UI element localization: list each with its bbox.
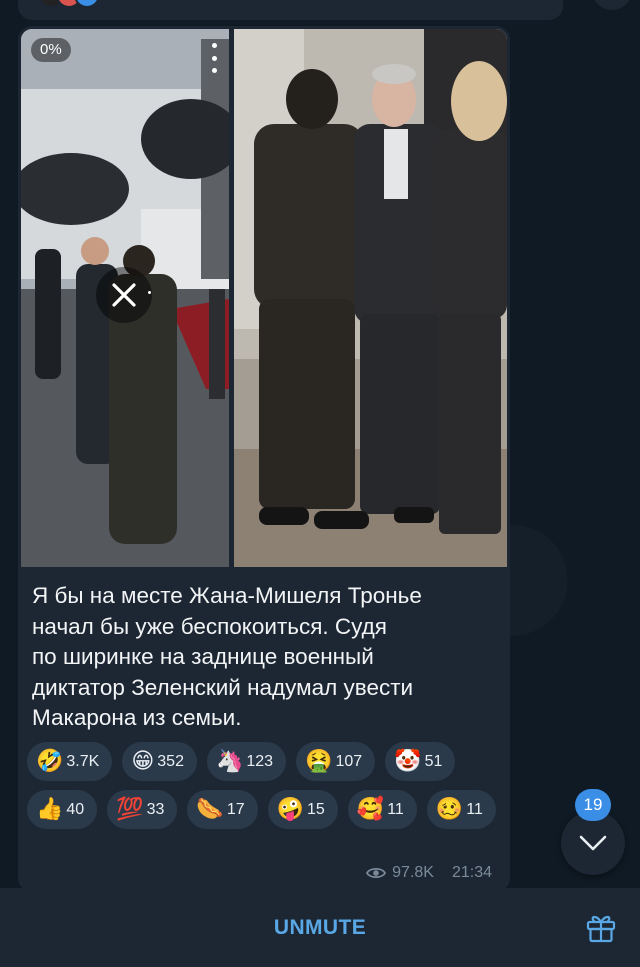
photo-thumbnail[interactable] <box>234 29 507 567</box>
post-text-line: по ширинке на заднице военный <box>32 644 374 669</box>
cancel-download-button[interactable] <box>96 267 152 323</box>
photo-scene-illustration <box>234 29 507 567</box>
reaction-count: 107 <box>335 752 363 770</box>
reaction-unicorn[interactable]: 🦄 123 <box>206 742 287 781</box>
rofl-emoji-icon: 🤣 <box>36 748 64 774</box>
reaction-woozy[interactable]: 🥴 11 <box>426 790 496 829</box>
reaction-count: 11 <box>387 800 404 818</box>
close-icon <box>112 283 136 307</box>
reaction-hearts-face[interactable]: 🥰 11 <box>347 790 417 829</box>
unicorn-emoji-icon: 🦄 <box>215 748 244 774</box>
views-count: 97.8K <box>392 864 434 881</box>
media-album: 0% <box>21 29 507 569</box>
hearts-face-emoji-icon: 🥰 <box>356 796 385 822</box>
grin-emoji-icon: 😁 <box>131 748 155 774</box>
post-meta: 97.8K 21:34 <box>366 864 492 882</box>
chevron-down-icon <box>579 835 607 851</box>
reaction-count: 51 <box>424 752 443 770</box>
eye-icon <box>366 867 387 879</box>
post-text-line: начал бы уже беспокоиться. Судя <box>32 613 387 639</box>
reaction-count: 3.7K <box>66 752 100 770</box>
reaction-zany[interactable]: 🤪 15 <box>267 790 338 829</box>
previous-message-avatars <box>38 0 100 8</box>
unmute-button[interactable]: UNMUTE <box>0 888 640 967</box>
reaction-hundred[interactable]: 💯 33 <box>107 790 178 829</box>
hundred-emoji-icon: 💯 <box>116 796 144 822</box>
reaction-count: 40 <box>66 800 85 818</box>
bottom-bar: UNMUTE <box>0 888 640 967</box>
channel-post: 0% Я бы на месте Жана-Мишеля Тронье нача… <box>18 26 510 892</box>
post-text-line: Я бы на месте Жана-Мишеля Тронье <box>32 583 422 608</box>
post-text-line: Макарона из семьи. <box>32 705 242 730</box>
video-progress-badge: 0% <box>31 38 71 62</box>
post-text-line: диктатор Зеленский надумал увести <box>32 674 414 700</box>
thumbs-up-emoji-icon: 👍 <box>36 796 64 822</box>
reaction-count: 15 <box>307 800 325 818</box>
clown-emoji-icon: 🤡 <box>394 748 422 774</box>
zany-emoji-icon: 🤪 <box>276 796 305 822</box>
reaction-count: 11 <box>466 800 483 818</box>
reaction-vomit[interactable]: 🤮 107 <box>296 742 376 781</box>
video-thumbnail[interactable]: 0% <box>21 29 229 567</box>
unread-count-badge: 19 <box>575 789 611 821</box>
reaction-count: 123 <box>246 752 274 770</box>
reaction-rofl[interactable]: 🤣 3.7K <box>27 742 113 781</box>
reaction-thumbs-up[interactable]: 👍 40 <box>27 790 98 829</box>
reaction-hotdog[interactable]: 🌭 17 <box>187 790 258 829</box>
post-text: Я бы на месте Жана-Мишеля Тронье начал б… <box>32 581 502 734</box>
reactions-list: 🤣 3.7K 😁 352 🦄 123 🤮 107 🤡 51 👍 40 💯 33 <box>27 742 497 829</box>
reaction-count: 352 <box>157 752 184 770</box>
reaction-grin[interactable]: 😁 352 <box>122 742 197 781</box>
gift-icon[interactable] <box>584 910 618 944</box>
more-vertical-icon[interactable] <box>209 43 219 73</box>
reaction-count: 17 <box>226 800 245 818</box>
reaction-count: 33 <box>146 800 165 818</box>
woozy-emoji-icon: 🥴 <box>435 796 464 822</box>
post-time: 21:34 <box>451 864 492 881</box>
hotdog-emoji-icon: 🌭 <box>196 796 224 822</box>
reaction-clown[interactable]: 🤡 51 <box>385 742 456 781</box>
vomit-emoji-icon: 🤮 <box>305 748 333 774</box>
